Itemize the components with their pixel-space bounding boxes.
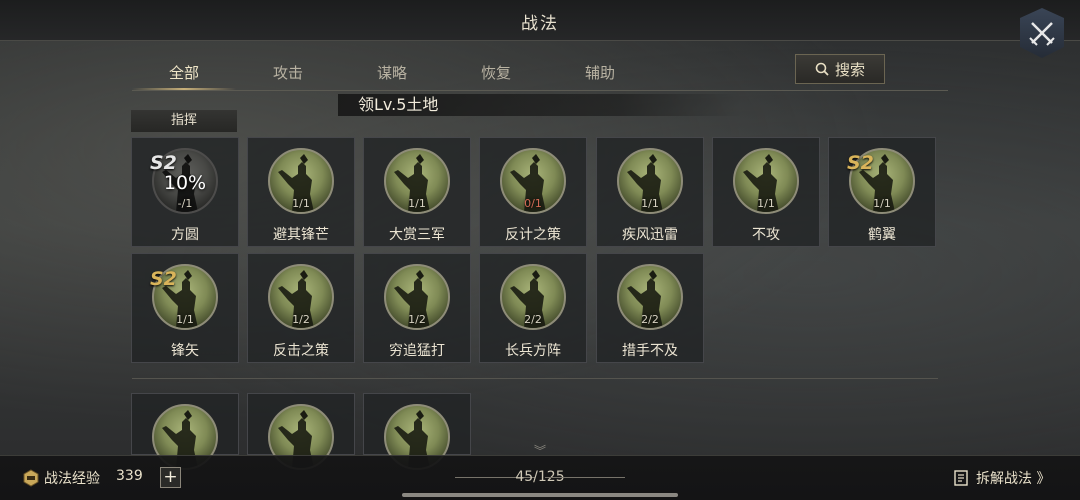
tab-all[interactable]: 全部 — [132, 60, 236, 86]
skill-card[interactable] — [247, 393, 355, 470]
page-indicator: 45/125 — [515, 469, 565, 485]
category-label: 指挥 — [131, 110, 237, 132]
skill-count: 1/1 — [408, 197, 426, 210]
crossed-swords-icon[interactable] — [1020, 8, 1064, 58]
skill-card[interactable]: S2 10% -/1 方圆 — [131, 137, 239, 247]
skill-name: 鹤翼 — [868, 227, 896, 243]
tab-support[interactable]: 辅助 — [548, 60, 652, 86]
skill-name: 锋矢 — [171, 343, 199, 359]
skill-name: 不攻 — [752, 227, 780, 243]
skill-card[interactable] — [131, 393, 239, 470]
skill-count: 1/1 — [757, 197, 775, 210]
bottom-bar: 战法经验 339 + 45/125 拆解战法 》 — [0, 455, 1080, 500]
skill-count: 1/2 — [292, 313, 310, 326]
section-divider — [132, 378, 938, 379]
skill-count: 2/2 — [641, 313, 659, 326]
skill-count: 2/2 — [524, 313, 542, 326]
skill-card[interactable]: 1/2 反击之策 — [247, 253, 355, 363]
progress-percent: 10% — [163, 172, 207, 194]
skill-count: 1/1 — [292, 197, 310, 210]
scrollbar[interactable] — [402, 493, 678, 497]
skill-card[interactable]: 1/1 避其锋芒 — [247, 137, 355, 247]
top-bar: 战法 — [0, 0, 1080, 41]
skill-count: 1/2 — [408, 313, 426, 326]
skill-card[interactable]: 2/2 长兵方阵 — [479, 253, 587, 363]
skill-count: 0/1 — [524, 197, 542, 210]
skill-card[interactable]: 1/2 穷追猛打 — [363, 253, 471, 363]
skill-name: 反击之策 — [273, 343, 329, 359]
skill-count: -/1 — [177, 197, 193, 210]
skill-count: 1/1 — [176, 313, 194, 326]
skill-count: 1/1 — [873, 197, 891, 210]
skill-card[interactable]: S2 1/1 鹤翼 — [828, 137, 936, 247]
tab-attack[interactable]: 攻击 — [236, 60, 340, 86]
season-badge: S2 — [847, 152, 874, 174]
skill-name: 长兵方阵 — [505, 343, 561, 359]
season-badge: S2 — [150, 152, 177, 174]
page-title: 战法 — [521, 14, 559, 34]
search-icon — [815, 62, 829, 76]
skill-card[interactable]: 0/1 反计之策 — [479, 137, 587, 247]
skill-card[interactable]: 1/1 疾风迅雷 — [596, 137, 704, 247]
skill-name: 疾风迅雷 — [622, 227, 678, 243]
list-icon — [954, 470, 968, 486]
skill-count: 1/1 — [641, 197, 659, 210]
skill-card[interactable]: 2/2 措手不及 — [596, 253, 704, 363]
search-label: 搜索 — [834, 60, 865, 79]
skill-name: 措手不及 — [622, 343, 678, 359]
skill-name: 大赏三军 — [389, 227, 445, 243]
search-button[interactable]: 搜索 — [795, 54, 885, 84]
skill-name: 穷追猛打 — [389, 343, 445, 359]
skill-name: 避其锋芒 — [273, 227, 329, 243]
dismantle-button[interactable]: 拆解战法 》 — [954, 468, 1050, 488]
skill-name: 方圆 — [171, 227, 199, 243]
page-line-right — [545, 477, 625, 478]
dismantle-label: 拆解战法 》 — [976, 471, 1051, 487]
season-badge: S2 — [150, 268, 177, 290]
skill-name: 反计之策 — [505, 227, 561, 243]
skill-card[interactable] — [363, 393, 471, 470]
tab-strategy[interactable]: 谋略 — [340, 60, 444, 86]
skill-card[interactable]: 1/1 大赏三军 — [363, 137, 471, 247]
skill-card[interactable]: 1/1 不攻 — [712, 137, 820, 247]
tab-recovery[interactable]: 恢复 — [444, 60, 548, 86]
skill-card[interactable]: S2 1/1 锋矢 — [131, 253, 239, 363]
tabs-divider — [132, 90, 948, 91]
requirement-banner: 领Lv.5土地 — [338, 94, 742, 116]
